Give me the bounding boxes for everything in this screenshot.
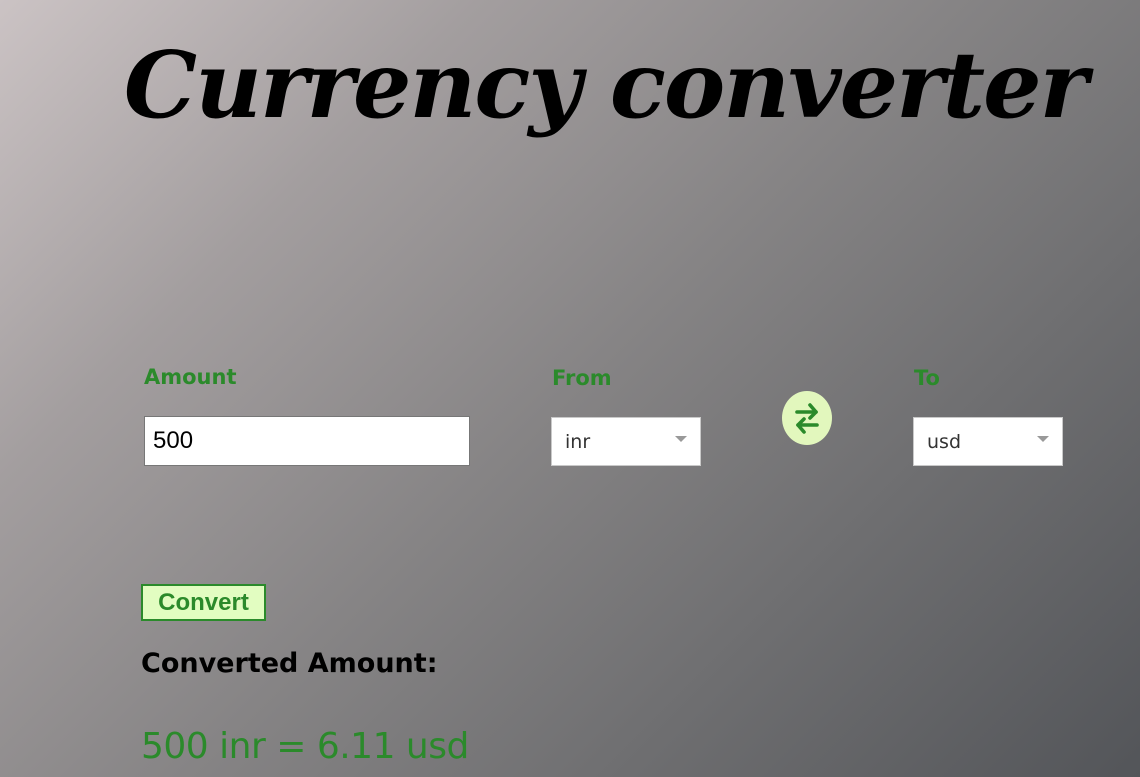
- from-currency-select[interactable]: inr: [551, 417, 701, 466]
- from-label: From: [552, 366, 612, 390]
- chevron-down-icon: [1037, 436, 1049, 442]
- to-currency-value: usd: [927, 430, 962, 453]
- chevron-down-icon: [675, 436, 687, 442]
- swap-arrows-icon: [792, 401, 822, 435]
- from-currency-value: inr: [565, 430, 591, 453]
- amount-input[interactable]: [144, 416, 470, 466]
- page-title: Currency converter: [123, 31, 1088, 139]
- conversion-result: 500 inr = 6.11 usd: [141, 726, 469, 767]
- to-label: To: [914, 366, 940, 390]
- to-currency-select[interactable]: usd: [913, 417, 1063, 466]
- swap-currencies-button[interactable]: [782, 391, 832, 445]
- amount-label: Amount: [144, 365, 237, 389]
- convert-button[interactable]: Convert: [141, 584, 266, 621]
- converted-amount-heading: Converted Amount:: [141, 648, 438, 679]
